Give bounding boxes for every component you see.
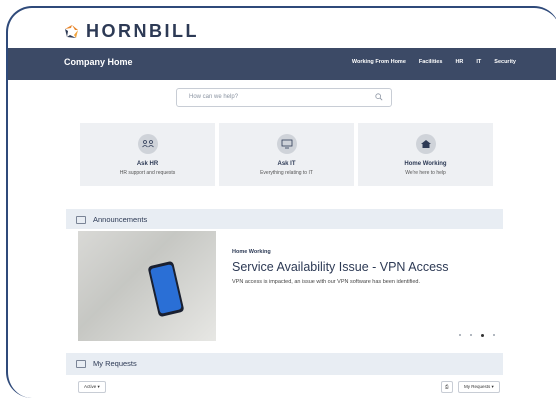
card-description: We're here to help [405, 170, 446, 176]
my-requests-heading: My Requests [93, 359, 137, 368]
requests-icon [76, 359, 86, 368]
print-icon[interactable]: ⎙ [441, 381, 453, 393]
main-nav: Working From Home Facilities HR IT Secur… [352, 59, 516, 65]
card-title: Ask IT [277, 161, 296, 167]
home-icon [415, 134, 436, 154]
card-title: Home Working [404, 161, 447, 167]
people-icon [137, 134, 158, 154]
card-ask-hr[interactable]: Ask HR HR support and requests [80, 123, 215, 186]
carousel-dots [459, 334, 495, 337]
logo-text: HORNBILL [86, 21, 199, 41]
card-description: Everything relating to IT [260, 170, 313, 176]
search-placeholder: How can we help? [189, 94, 239, 100]
announcement-text: VPN access is impacted, an issue with ou… [232, 279, 421, 285]
my-requests-section: My Requests Active ▾ ⎙ My Requests ▾ [66, 353, 503, 398]
announcements-section: Announcements Home Working Service Avail… [66, 209, 503, 346]
announcement-title[interactable]: Service Availability Issue - VPN Access [232, 260, 449, 274]
card-home-working[interactable]: Home Working We're here to help [358, 123, 493, 186]
announcement-image [78, 231, 216, 341]
nav-facilities[interactable]: Facilities [419, 59, 443, 65]
carousel-dot-active[interactable] [481, 334, 484, 337]
card-ask-it[interactable]: Ask IT Everything relating to IT [219, 123, 354, 186]
carousel-dot[interactable] [493, 334, 495, 336]
carousel-dot[interactable] [459, 334, 461, 336]
status-filter-dropdown[interactable]: Active ▾ [78, 381, 106, 393]
hornbill-logo-icon [65, 24, 78, 38]
announcements-heading: Announcements [93, 215, 148, 224]
announcement-slide[interactable]: Home Working Service Availability Issue … [66, 229, 503, 346]
announcements-header: Announcements [76, 215, 147, 224]
search-icon[interactable] [375, 93, 383, 101]
card-title: Ask HR [136, 161, 159, 167]
nav-it[interactable]: IT [476, 59, 481, 65]
search-input[interactable]: How can we help? [176, 88, 392, 107]
page-frame: HORNBILL Company Home Working From Home … [6, 6, 556, 398]
site-title[interactable]: Company Home [64, 57, 133, 67]
carousel-dot[interactable] [470, 334, 472, 336]
hornbill-logo[interactable]: HORNBILL [64, 21, 199, 42]
announcement-category: Home Working [232, 249, 271, 255]
nav-working-from-home[interactable]: Working From Home [352, 59, 406, 65]
requests-toolbar: Active ▾ ⎙ My Requests ▾ [66, 375, 503, 398]
my-requests-header: My Requests [76, 359, 137, 368]
phone-illustration [147, 260, 185, 318]
nav-hr[interactable]: HR [455, 59, 463, 65]
nav-security[interactable]: Security [494, 59, 516, 65]
monitor-icon [276, 134, 297, 154]
service-cards: Ask HR HR support and requests Ask IT Ev… [80, 123, 493, 186]
view-dropdown[interactable]: My Requests ▾ [458, 381, 500, 393]
card-description: HR support and requests [119, 170, 176, 176]
announcement-icon [76, 215, 86, 224]
top-navigation-bar: Company Home Working From Home Facilitie… [8, 48, 556, 80]
